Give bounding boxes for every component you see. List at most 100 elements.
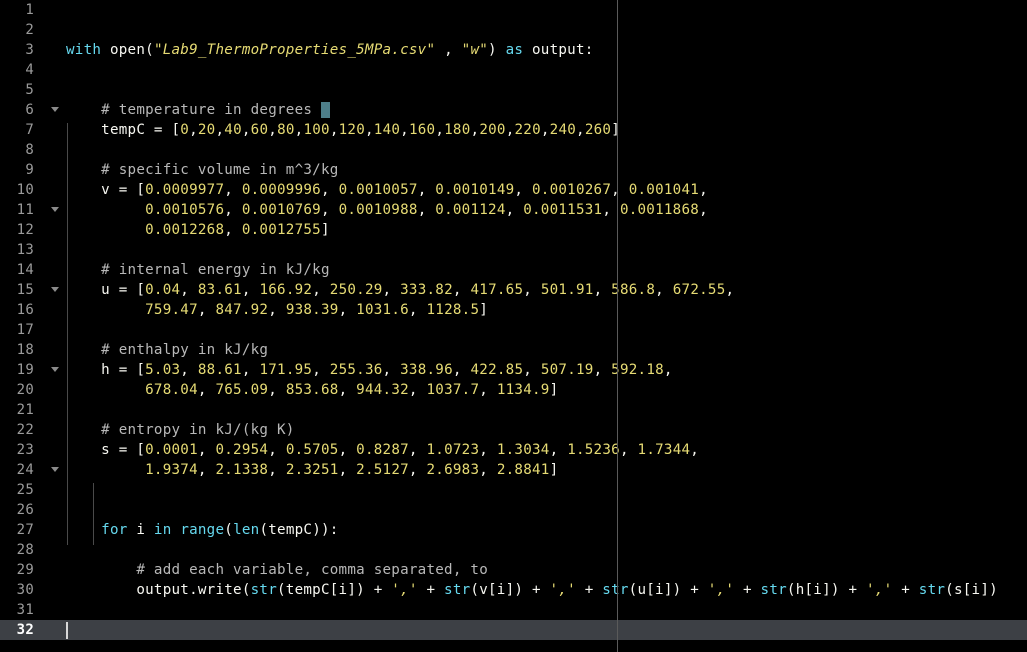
line-number: 11 <box>16 202 34 218</box>
code-text: (tempC[i]) + <box>277 582 392 598</box>
number-token: 759.47 <box>145 302 198 318</box>
code-line[interactable]: 32 <box>0 620 1027 640</box>
code-text: open( <box>109 42 154 58</box>
code-text: , <box>435 42 462 58</box>
number-token: 0.0011868 <box>619 202 700 218</box>
keyword-token: str <box>444 582 471 598</box>
code-line[interactable]: 6 # temperature in degrees C <box>0 100 1027 120</box>
code-line[interactable]: 10 v = [0.0009977, 0.0009996, 0.0010057,… <box>0 180 1027 200</box>
code-text: , <box>268 122 278 138</box>
line-number: 27 <box>16 522 34 538</box>
code-line[interactable]: 13 <box>0 240 1027 260</box>
code-text: , <box>452 362 471 378</box>
code-line[interactable]: 15 u = [0.04, 83.61, 166.92, 250.29, 333… <box>0 280 1027 300</box>
fold-arrow-icon[interactable] <box>51 367 59 372</box>
code-line[interactable]: 4 <box>0 60 1027 80</box>
code-text: ] <box>549 462 559 478</box>
line-number: 8 <box>25 142 34 158</box>
number-token: 0.0012268 <box>145 222 225 238</box>
code-line[interactable]: 19 h = [5.03, 88.61, 171.95, 255.36, 338… <box>0 360 1027 380</box>
fold-arrow-icon[interactable] <box>51 207 59 212</box>
number-token: 0.5705 <box>285 442 339 458</box>
keyword-token: with <box>66 42 110 58</box>
code-text: , <box>241 282 260 298</box>
code-line[interactable]: 7 tempC = [0,20,40,60,80,100,120,140,160… <box>0 120 1027 140</box>
number-token: 333.82 <box>400 282 453 298</box>
code-line[interactable]: 17 <box>0 320 1027 340</box>
code-line[interactable]: 26 <box>0 500 1027 520</box>
line-number: 21 <box>16 402 34 418</box>
code-text: (v[i]) + <box>470 582 550 598</box>
code-line[interactable]: 12 0.0012268, 0.0012755] <box>0 220 1027 240</box>
code-line[interactable]: 24 1.9374, 2.1338, 2.3251, 2.5127, 2.698… <box>0 460 1027 480</box>
code-text: , <box>408 442 427 458</box>
code-line[interactable]: 11 0.0010576, 0.0010769, 0.0010988, 0.00… <box>0 200 1027 220</box>
fold-arrow-icon[interactable] <box>51 467 59 472</box>
line-number: 7 <box>25 122 34 138</box>
code-line[interactable]: 8 <box>0 140 1027 160</box>
code-line[interactable]: 2 <box>0 20 1027 40</box>
code-editor[interactable]: 1 2 3 with open("Lab9_ThermoProperties_5MPa… <box>0 0 1027 652</box>
code-line[interactable]: 25 <box>0 480 1027 500</box>
code-line[interactable]: 30 output.write(str(tempC[i]) + ',' + st… <box>0 580 1027 600</box>
fold-arrow-icon[interactable] <box>51 107 59 112</box>
code-text: , <box>408 382 427 398</box>
code-text: , <box>408 302 427 318</box>
code-line[interactable]: 5 <box>0 80 1027 100</box>
code-content: output.write(str(tempC[i]) + ',' + str(v… <box>66 580 998 600</box>
code-line[interactable]: 18 # enthalpy in kJ/kg <box>0 340 1027 360</box>
number-token: 853.68 <box>285 382 339 398</box>
code-content: 0.0012268, 0.0012755] <box>66 220 330 240</box>
number-token: 0.001041 <box>628 182 700 198</box>
number-token: 0.0010267 <box>532 182 612 198</box>
line-number: 4 <box>25 62 34 78</box>
number-token: 83.61 <box>197 282 242 298</box>
line-number: 29 <box>16 562 34 578</box>
code-text: , <box>338 382 357 398</box>
keyword-token: as <box>505 42 524 58</box>
code-line[interactable]: 9 # specific volume in m^3/kg <box>0 160 1027 180</box>
keyword-token: range <box>180 522 225 538</box>
code-line[interactable]: 14 # internal energy in kJ/kg <box>0 260 1027 280</box>
code-text: s = [ <box>66 442 146 458</box>
number-token: 0.0010988 <box>338 202 418 218</box>
code-content: # specific volume in m^3/kg <box>66 160 339 180</box>
fold-arrow-icon[interactable] <box>51 287 59 292</box>
code-content: 1.9374, 2.1338, 2.3251, 2.5127, 2.6983, … <box>66 460 558 480</box>
keyword-token: len <box>233 522 260 538</box>
code-content: # entropy in kJ/(kg K) <box>66 420 295 440</box>
code-line[interactable]: 23 s = [0.0001, 0.2954, 0.5705, 0.8287, … <box>0 440 1027 460</box>
string-token: ',' <box>866 582 893 598</box>
code-line[interactable]: 20 678.04, 765.09, 853.68, 944.32, 1037.… <box>0 380 1027 400</box>
line-number: 28 <box>16 542 34 558</box>
code-text: , <box>312 362 330 378</box>
code-line[interactable]: 22 # entropy in kJ/(kg K) <box>0 420 1027 440</box>
code-line[interactable]: 1 <box>0 0 1027 20</box>
code-line[interactable]: 31 <box>0 600 1027 620</box>
code-line[interactable]: 28 <box>0 540 1027 560</box>
code-line[interactable]: 29 # add each variable, comma separated,… <box>0 560 1027 580</box>
number-token: 88.61 <box>197 362 242 378</box>
string-token: ',' <box>391 582 418 598</box>
code-text: tempC = [ <box>66 122 181 138</box>
code-text: , <box>593 282 612 298</box>
code-line[interactable]: 16 759.47, 847.92, 938.39, 1031.6, 1128.… <box>0 300 1027 320</box>
code-line[interactable]: 21 <box>0 400 1027 420</box>
code-content: with open("Lab9_ThermoProperties_5MPa.cs… <box>66 40 594 60</box>
code-content: 0.0010576, 0.0010769, 0.0010988, 0.00112… <box>66 200 708 220</box>
code-text: , <box>523 282 541 298</box>
number-token: 0.0001 <box>145 442 198 458</box>
code-text: (h[i]) + <box>786 582 867 598</box>
number-token: 417.65 <box>470 282 524 298</box>
code-line[interactable]: 3 with open("Lab9_ThermoProperties_5MPa.c… <box>0 40 1027 60</box>
number-token: 120 <box>338 122 365 138</box>
number-token: 0.04 <box>145 282 181 298</box>
code-line[interactable]: 27 for i in range(len(tempC)): <box>0 520 1027 540</box>
code-text: , <box>197 302 216 318</box>
line-number: 19 <box>16 362 34 378</box>
comment-token: # specific volume in m^3/kg <box>101 162 339 178</box>
